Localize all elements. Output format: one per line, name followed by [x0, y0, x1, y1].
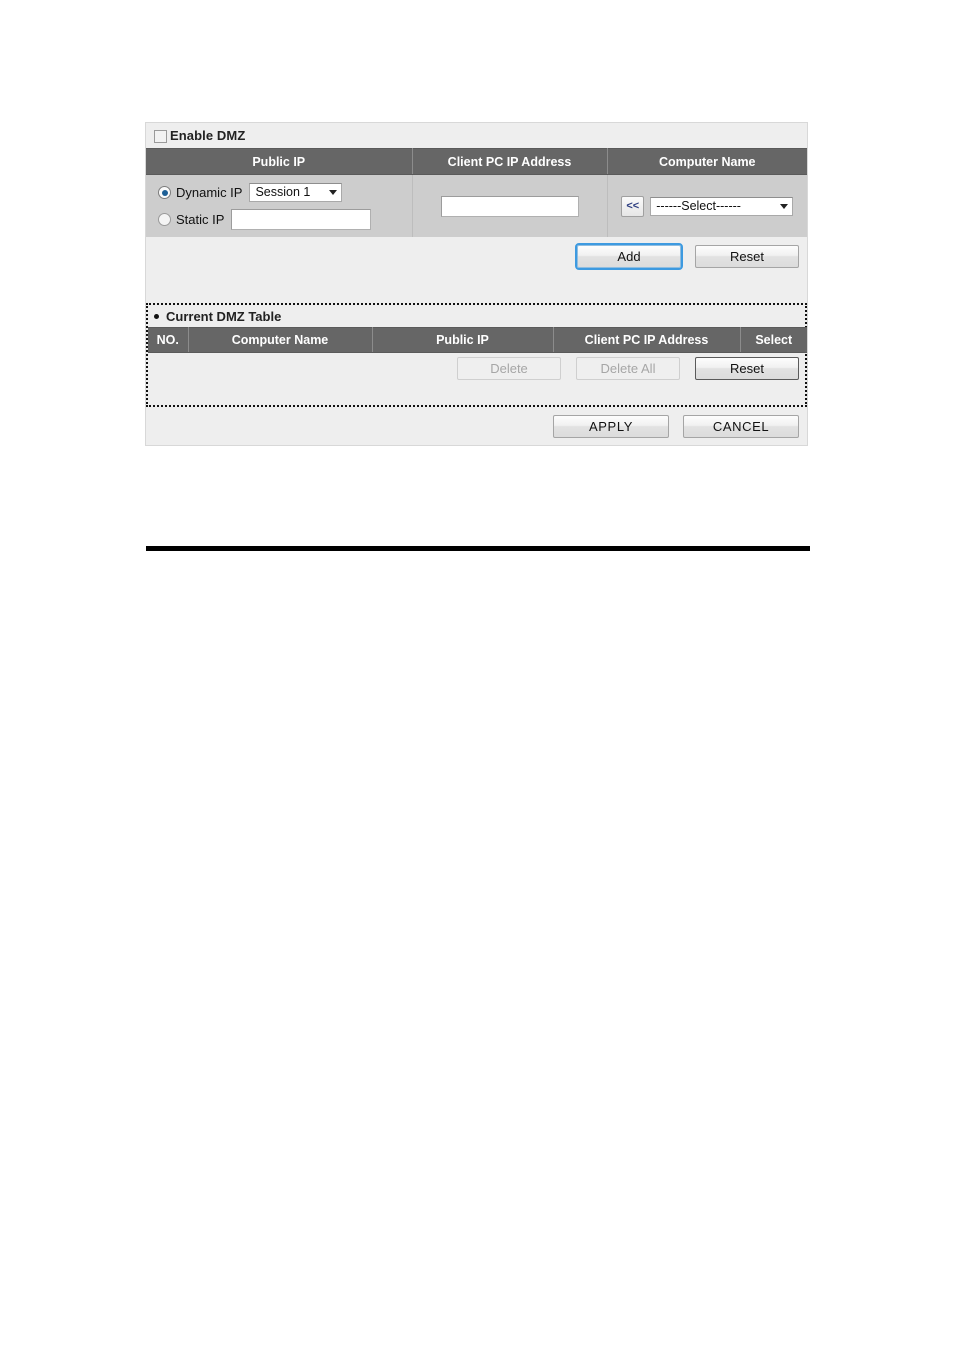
- dmz-header-client-pc-ip: Client PC IP Address: [553, 327, 741, 353]
- static-ip-input[interactable]: [231, 209, 372, 230]
- cancel-button[interactable]: CANCEL: [683, 414, 799, 438]
- form-header-computer-name: Computer Name: [607, 148, 807, 175]
- chevron-down-icon: [329, 190, 338, 195]
- form-header-client-pc-ip: Client PC IP Address: [412, 148, 608, 175]
- delete-all-button[interactable]: Delete All: [576, 356, 680, 380]
- client-pc-ip-input[interactable]: [440, 195, 579, 217]
- dmz-table-header-row: NO. Computer Name Public IP Client PC IP…: [148, 327, 807, 353]
- current-dmz-table-title-row: Current DMZ Table: [148, 305, 805, 327]
- dynamic-ip-row: Dynamic IP Session 1: [158, 179, 412, 206]
- dynamic-ip-label: Dynamic IP: [176, 185, 243, 200]
- chevron-down-icon: [780, 203, 789, 209]
- session-select-value: Session 1: [255, 185, 311, 199]
- form-field-row: Dynamic IP Session 1 Static IP << ------…: [146, 174, 808, 237]
- bullet-icon: [154, 314, 159, 319]
- dmz-header-select: Select: [740, 327, 807, 353]
- session-select[interactable]: Session 1: [249, 183, 343, 202]
- add-button[interactable]: Add: [575, 242, 683, 270]
- dmz-table-bottom-pad: [148, 383, 805, 405]
- dmz-header-public-ip: Public IP: [372, 327, 554, 353]
- public-ip-radio-group: Dynamic IP Session 1 Static IP: [146, 175, 412, 237]
- client-pc-ip-cell: [412, 174, 608, 237]
- current-dmz-table: NO. Computer Name Public IP Client PC IP…: [148, 327, 807, 353]
- dmz-header-no: NO.: [148, 327, 189, 353]
- computer-name-cell: << ------Select------: [607, 174, 808, 237]
- public-ip-cell: Dynamic IP Session 1 Static IP: [146, 174, 413, 237]
- dmz-entry-form-table: Public IP Client PC IP Address Computer …: [146, 148, 807, 237]
- apply-button[interactable]: APPLY: [553, 414, 669, 438]
- dmz-table-actions-row: Delete Delete All Reset: [148, 353, 805, 383]
- shift-left-button[interactable]: <<: [621, 195, 645, 217]
- panel-spacer: [146, 275, 807, 303]
- client-pc-ip-wrapper: [413, 175, 607, 237]
- reset-button[interactable]: Reset: [695, 244, 799, 268]
- enable-dmz-label: Enable DMZ: [170, 128, 246, 143]
- dmz-header-computer-name: Computer Name: [188, 327, 373, 353]
- computer-name-select[interactable]: ------Select------: [650, 196, 794, 216]
- apply-cancel-row: APPLY CANCEL: [146, 407, 807, 445]
- enable-dmz-row: Enable DMZ: [146, 123, 807, 148]
- dmz-settings-panel: Enable DMZ Public IP Client PC IP Addres…: [145, 122, 808, 446]
- computer-name-wrapper: << ------Select------: [608, 175, 808, 237]
- form-header-row: Public IP Client PC IP Address Computer …: [146, 148, 807, 175]
- static-ip-row: Static IP: [158, 206, 412, 233]
- dmz-reset-button[interactable]: Reset: [695, 356, 799, 380]
- page-bottom-rule: [146, 546, 810, 551]
- enable-dmz-checkbox[interactable]: [154, 129, 167, 143]
- dynamic-ip-radio[interactable]: [158, 186, 171, 199]
- static-ip-label: Static IP: [176, 212, 225, 227]
- current-dmz-table-title: Current DMZ Table: [166, 309, 282, 324]
- delete-button[interactable]: Delete: [457, 356, 561, 380]
- computer-name-select-value: ------Select------: [656, 198, 741, 213]
- static-ip-radio[interactable]: [158, 213, 171, 226]
- add-reset-row: Add Reset: [146, 237, 807, 275]
- current-dmz-table-box: Current DMZ Table NO. Computer Name Publ…: [146, 303, 807, 407]
- form-header-public-ip: Public IP: [146, 148, 413, 175]
